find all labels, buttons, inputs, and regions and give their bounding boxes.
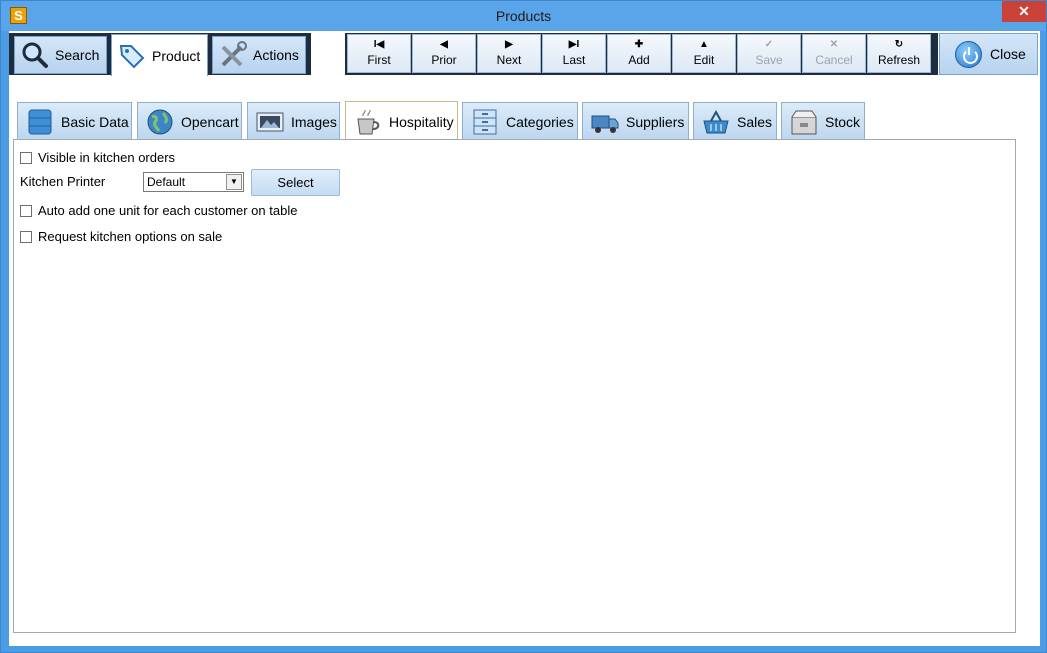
tab-opencart-label: Opencart <box>181 113 239 130</box>
refresh-label: Refresh <box>877 53 921 67</box>
chevron-down-icon[interactable]: ▼ <box>226 174 242 190</box>
coffee-cup-icon <box>354 109 382 135</box>
visible-kitchen-orders-option[interactable]: Visible in kitchen orders <box>20 150 175 165</box>
tab-stock-label: Stock <box>825 113 861 130</box>
cabinet-icon <box>471 109 499 135</box>
add-label: Add <box>628 53 650 67</box>
refresh-button[interactable]: ↻ Refresh <box>867 34 931 73</box>
last-button[interactable]: ▶I Last <box>542 34 606 73</box>
cancel-button[interactable]: ✕ Cancel <box>802 34 866 73</box>
truck-icon <box>591 109 619 135</box>
power-icon <box>955 41 982 68</box>
tab-basic-data[interactable]: Basic Data <box>17 102 132 140</box>
first-label: First <box>367 53 391 67</box>
tab-categories[interactable]: Categories <box>462 102 578 140</box>
products-window: S Products ✕ Search Product Actions I◀ F… <box>0 0 1047 653</box>
auto-add-label: Auto add one unit for each customer on t… <box>38 203 298 218</box>
prior-button[interactable]: ◀ Prior <box>412 34 476 73</box>
prior-label: Prior <box>431 53 457 67</box>
visible-kitchen-orders-checkbox[interactable] <box>20 151 32 164</box>
tab-suppliers-label: Suppliers <box>626 113 685 130</box>
save-label: Save <box>755 53 783 67</box>
add-button[interactable]: ✚ Add <box>607 34 671 73</box>
auto-add-checkbox[interactable] <box>20 204 32 217</box>
close-button[interactable]: Close <box>939 33 1038 75</box>
tab-product-label: Product <box>152 47 201 64</box>
edit-icon: ▲ <box>699 39 709 50</box>
visible-kitchen-orders-label: Visible in kitchen orders <box>38 150 176 165</box>
tab-sales[interactable]: Sales <box>693 102 777 140</box>
tab-opencart[interactable]: Opencart <box>137 102 242 140</box>
basket-icon <box>702 109 730 135</box>
window-title: Products <box>495 8 552 24</box>
magnifier-icon <box>21 41 49 69</box>
tab-basic-data-label: Basic Data <box>61 113 129 130</box>
edit-button[interactable]: ▲ Edit <box>672 34 736 73</box>
kitchen-printer-value: Default <box>147 175 186 189</box>
price-tag-icon <box>118 42 146 70</box>
tab-images[interactable]: Images <box>247 102 340 140</box>
first-button[interactable]: I◀ First <box>347 34 411 73</box>
next-label: Next <box>496 53 522 67</box>
tab-stock[interactable]: Stock <box>781 102 865 140</box>
kitchen-printer-select[interactable]: Default ▼ <box>143 172 244 192</box>
title-bar: S Products ✕ <box>1 1 1046 31</box>
image-icon <box>256 109 284 135</box>
prior-icon: ◀ <box>440 39 448 50</box>
auto-add-option[interactable]: Auto add one unit for each customer on t… <box>20 203 297 218</box>
tab-actions[interactable]: Actions <box>212 36 306 74</box>
request-kitchen-options-option[interactable]: Request kitchen options on sale <box>20 229 222 244</box>
box-icon <box>790 109 818 135</box>
tab-hospitality-label: Hospitality <box>389 113 454 130</box>
cancel-label: Cancel <box>815 53 853 67</box>
tab-search-label: Search <box>55 47 100 63</box>
window-content: Search Product Actions I◀ First ◀ Prior … <box>9 31 1040 646</box>
request-kitchen-options-checkbox[interactable] <box>20 230 32 243</box>
globe-icon <box>146 109 174 135</box>
first-icon: I◀ <box>373 39 385 50</box>
save-button[interactable]: ✓ Save <box>737 34 801 73</box>
database-icon <box>26 109 54 135</box>
tab-search[interactable]: Search <box>14 36 107 74</box>
tools-icon <box>219 41 247 69</box>
tab-sales-label: Sales <box>737 113 773 130</box>
last-icon: ▶I <box>568 39 580 50</box>
next-button[interactable]: ▶ Next <box>477 34 541 73</box>
request-kitchen-options-label: Request kitchen options on sale <box>38 229 223 244</box>
edit-label: Edit <box>693 53 715 67</box>
last-label: Last <box>562 53 586 67</box>
check-icon: ✓ <box>764 39 774 50</box>
select-button[interactable]: Select <box>251 169 340 196</box>
kitchen-printer-label: Kitchen Printer <box>20 174 106 189</box>
close-label: Close <box>990 46 1026 62</box>
next-icon: ▶ <box>505 39 513 50</box>
window-close-button[interactable]: ✕ <box>1002 1 1046 22</box>
bottom-margin <box>9 633 1040 646</box>
tab-product[interactable]: Product <box>111 34 208 76</box>
tab-images-label: Images <box>291 113 337 130</box>
tab-hospitality[interactable]: Hospitality <box>345 101 458 141</box>
plus-icon: ✚ <box>634 39 644 50</box>
tab-actions-label: Actions <box>253 47 299 63</box>
x-icon: ✕ <box>829 39 839 50</box>
refresh-icon: ↻ <box>894 39 904 50</box>
tab-suppliers[interactable]: Suppliers <box>582 102 689 140</box>
tab-categories-label: Categories <box>506 113 574 130</box>
